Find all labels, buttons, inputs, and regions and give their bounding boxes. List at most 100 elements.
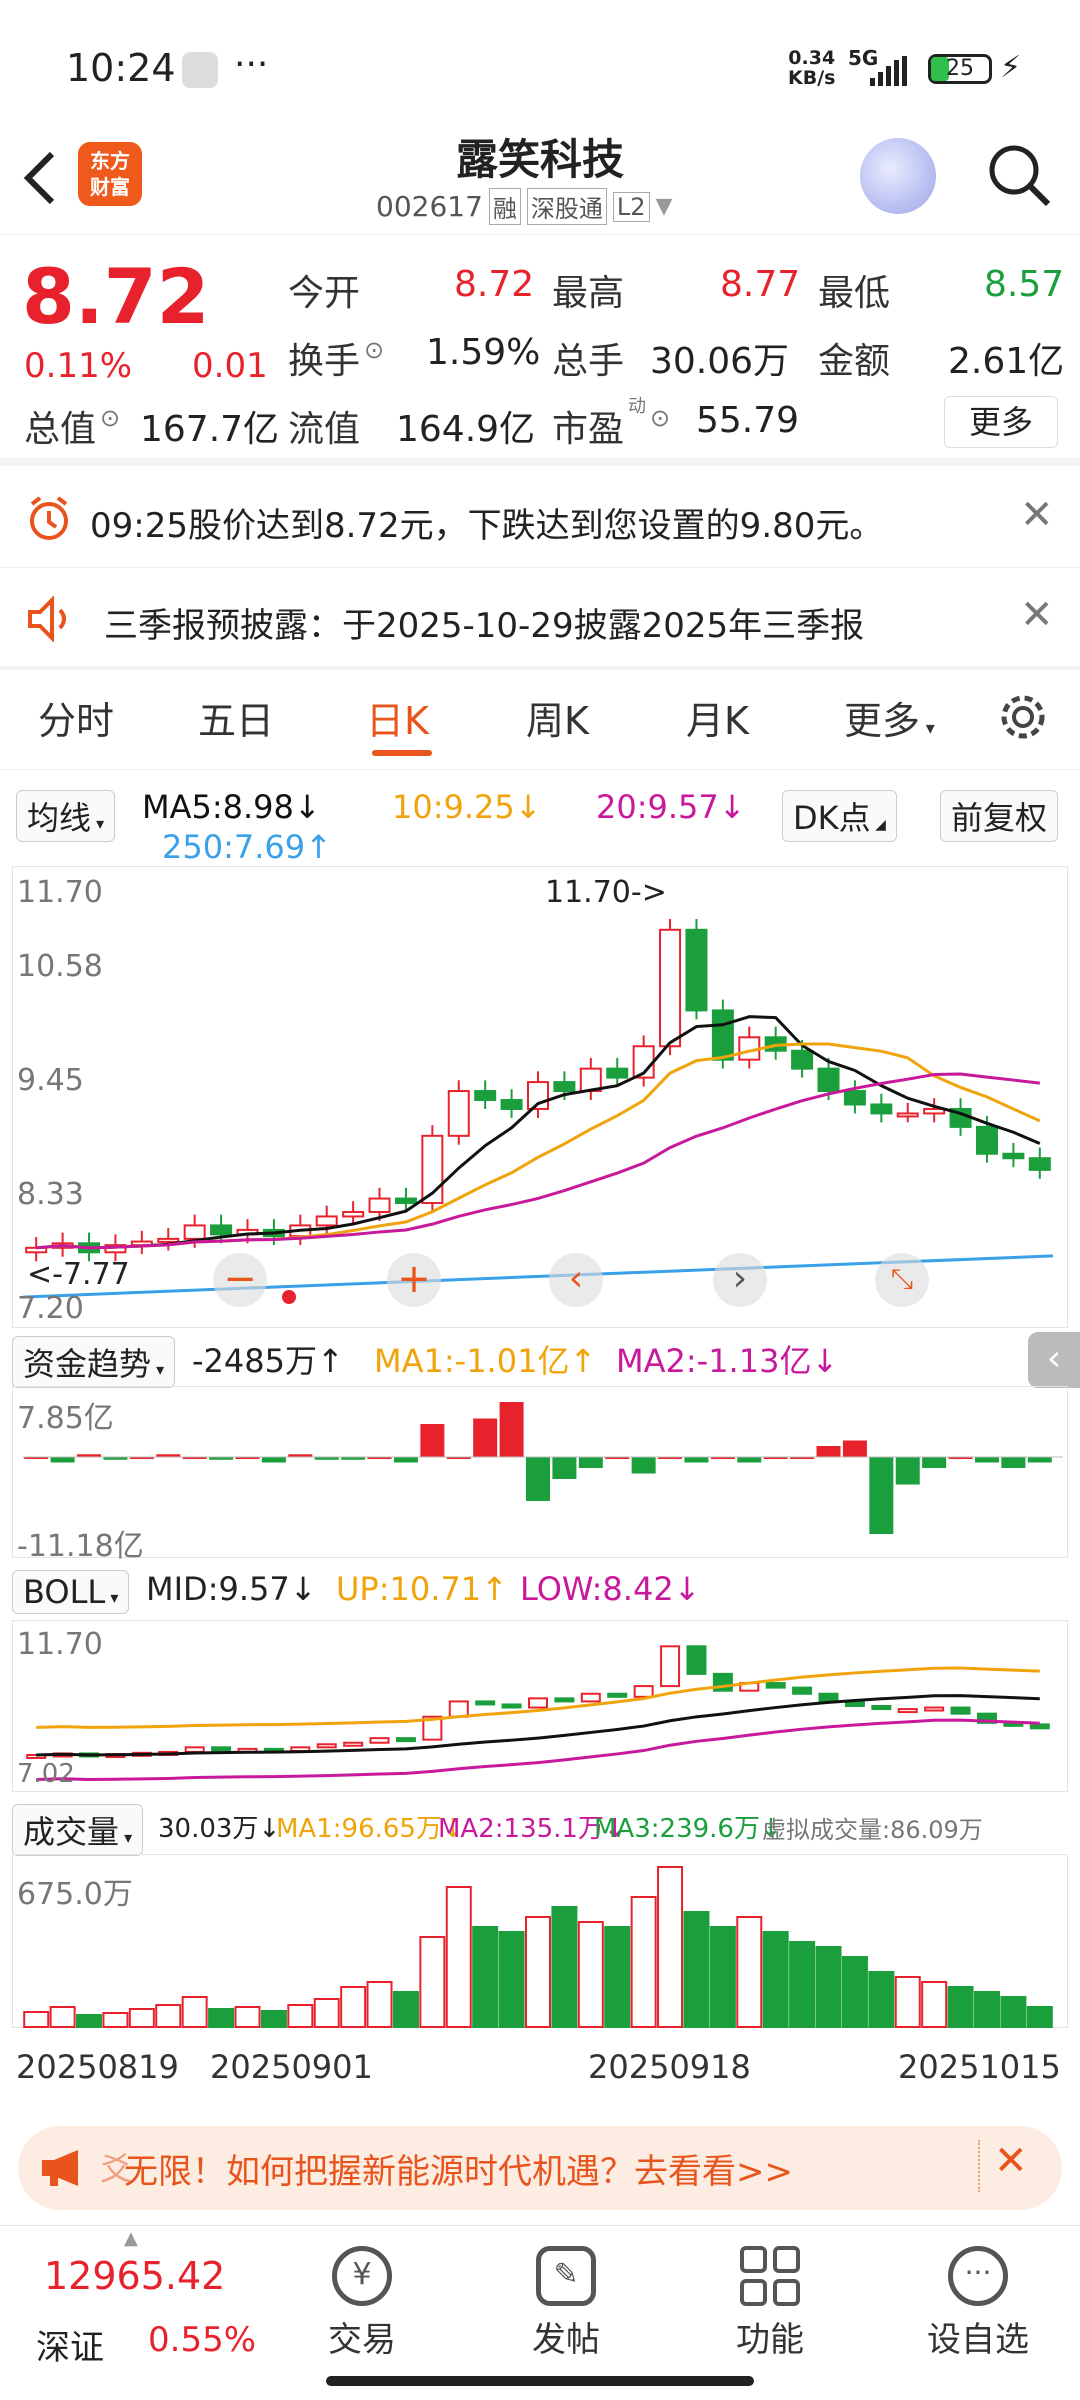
tag-level2: L2: [612, 191, 650, 222]
last-price: 8.72: [22, 252, 210, 341]
candle-down: [211, 1746, 232, 1752]
fund-bar: [1027, 1457, 1052, 1463]
close-icon[interactable]: ✕: [1020, 592, 1054, 638]
info-icon[interactable]: ⊙: [100, 404, 120, 432]
low-label: 最低: [818, 273, 891, 314]
megaphone-icon: [42, 2150, 78, 2186]
stock-code-row: 002617 融 深股通 L2 ▼: [376, 188, 672, 225]
candle-down: [394, 1197, 417, 1205]
fund-top-label: 7.85亿: [17, 1401, 114, 1436]
banner-text: 无限！如何把握新能源时代机遇？去看看>>: [124, 2152, 793, 2192]
indicator-selector[interactable]: 均线 ▾: [16, 790, 116, 842]
volume-bar: [445, 1886, 472, 2028]
candle-up: [897, 1708, 918, 1714]
volume-bar: [525, 1916, 551, 2028]
pe-value: 55.79: [696, 400, 800, 441]
candle-up: [633, 1685, 654, 1698]
fund-bar: [578, 1457, 603, 1468]
candle-up: [447, 1090, 470, 1137]
stock-header: 东方 财富 露笑科技 002617 融 深股通 L2 ▼: [0, 120, 1080, 235]
info-icon[interactable]: ⊙: [364, 336, 384, 364]
promo-banner[interactable]: 爻 无限！如何把握新能源时代机遇？去看看>> ✕: [18, 2126, 1062, 2210]
more-button[interactable]: 更多: [944, 396, 1058, 448]
volume-bar: [128, 2008, 155, 2028]
announcement-row[interactable]: 三季报预披露：于2025-10-29披露2025年三季报 ✕: [0, 570, 1080, 668]
adjust-button[interactable]: 前复权: [940, 790, 1059, 842]
settings-gear-icon[interactable]: [996, 690, 1050, 744]
tab-monthly-k[interactable]: 月K: [686, 690, 749, 745]
mcap-label: 总值: [24, 409, 97, 450]
quote-panel: 8.72 0.11% 0.01 今开 8.72 最高 8.77 最低 8.57 …: [0, 236, 1080, 456]
boll-plot: [26, 1645, 1050, 1781]
change-amount: 0.01: [192, 346, 268, 386]
nav-trade[interactable]: ¥ 交易: [292, 2246, 432, 2361]
fund-bar: [499, 1402, 524, 1457]
fullscreen-icon[interactable]: ⤡: [875, 1253, 929, 1307]
speaker-icon: [28, 596, 66, 642]
turnover-label: 换手: [288, 341, 361, 382]
grid-icon: [740, 2246, 800, 2306]
index-change: 0.55%: [148, 2320, 257, 2360]
candle-down: [686, 1645, 707, 1675]
candle-up: [580, 1692, 601, 1703]
tab-intraday[interactable]: 分时: [38, 690, 114, 745]
tab-weekly-k[interactable]: 周K: [526, 690, 589, 745]
candle-down: [501, 1703, 522, 1709]
volume-bar: [366, 1981, 393, 2028]
fund-value: -2485万↑: [192, 1342, 344, 1380]
assistant-robot-icon[interactable]: [860, 138, 936, 214]
expand-caret-icon[interactable]: ▲: [124, 2228, 138, 2249]
ma10-value: 10:9.25↓: [392, 788, 542, 826]
candle-up: [157, 1237, 180, 1243]
candle-down: [817, 1067, 840, 1093]
virtual-volume: 虚拟成交量:86.09万: [762, 1816, 983, 1844]
volume-bar: [1000, 1996, 1027, 2028]
tab-more[interactable]: 更多 ▾: [844, 690, 935, 745]
candle-down: [950, 1706, 971, 1715]
volume-label: 总手: [552, 341, 625, 382]
volume-bar: [155, 2004, 182, 2028]
dk-point-button[interactable]: DK点 ◢: [782, 790, 897, 842]
turnover-value: 1.59%: [426, 332, 541, 373]
y-label: 9.45: [17, 1063, 84, 1098]
volume-bar: [181, 1996, 208, 2028]
fund-bar: [737, 1457, 762, 1463]
candle-down: [500, 1099, 523, 1110]
collapse-panel-button[interactable]: ‹: [1028, 1332, 1080, 1388]
volume-bar: [208, 2008, 235, 2028]
volume-indicator-selector[interactable]: 成交量 ▾: [12, 1804, 144, 1856]
date-label: 20251015: [898, 2048, 1061, 2086]
code-dropdown-icon[interactable]: ▼: [656, 194, 673, 219]
price-alert-row[interactable]: 09:25股价达到8.72元，下跌达到您设置的9.80元。 ✕: [0, 470, 1080, 568]
close-icon[interactable]: ✕: [1020, 492, 1054, 538]
candle-up: [183, 1224, 206, 1240]
index-value[interactable]: 12965.42: [44, 2254, 225, 2298]
nav-post[interactable]: ✎ 发帖: [496, 2246, 636, 2361]
volume-bar: [49, 2006, 76, 2028]
volume-bar: [921, 1981, 948, 2028]
kline-chart[interactable]: 11.70 10.58 9.45 8.33 7.20 11.70-> <-7.7…: [12, 866, 1068, 1328]
nav-functions[interactable]: 功能: [700, 2246, 840, 2361]
scroll-left-button[interactable]: ‹: [549, 1253, 603, 1307]
candle-down: [975, 1125, 998, 1155]
boll-top-label: 11.70: [17, 1627, 103, 1662]
fund-indicator-selector[interactable]: 资金趋势 ▾: [12, 1336, 176, 1388]
scroll-right-button[interactable]: ›: [713, 1253, 767, 1307]
volume-value: 30.06万: [650, 341, 790, 382]
volume-bar: [260, 2010, 287, 2028]
tab-5day[interactable]: 五日: [198, 690, 274, 745]
info-icon[interactable]: ⊙: [650, 404, 670, 432]
fund-bar: [974, 1457, 999, 1463]
boll-indicator-selector[interactable]: BOLL ▾: [12, 1570, 130, 1614]
open-value: 8.72: [454, 264, 535, 305]
nav-add-watchlist[interactable]: ··· 设自选: [908, 2246, 1048, 2361]
close-icon[interactable]: ✕: [994, 2138, 1028, 2184]
search-icon[interactable]: [984, 140, 1054, 210]
candle-up: [315, 1215, 338, 1227]
zoom-out-button[interactable]: −: [213, 1253, 267, 1307]
tab-daily-k[interactable]: 日K: [366, 690, 429, 745]
candle-up: [368, 1197, 391, 1213]
zoom-in-button[interactable]: +: [387, 1253, 441, 1307]
fund-flow-legend: 资金趋势 ▾ -2485万↑ MA1:-1.01亿↑ MA2:-1.13亿↓ ‹: [0, 1332, 1080, 1388]
fund-bar: [684, 1457, 709, 1463]
